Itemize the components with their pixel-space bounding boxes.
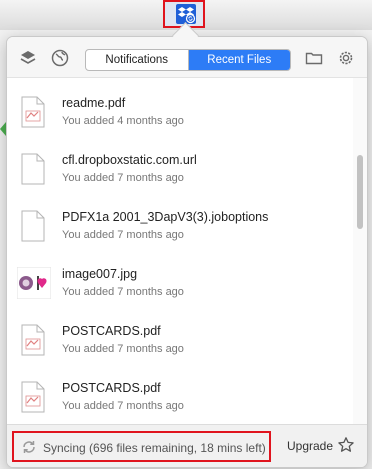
tab-notifications[interactable]: Notifications (86, 50, 189, 70)
file-meta: You added 7 months ago (62, 172, 184, 184)
list-item[interactable]: POSTCARDS.pdf You added 7 months ago (7, 367, 351, 424)
file-meta: You added 7 months ago (62, 343, 184, 355)
recent-files-list: readme.pdf You added 4 months ago cfl.dr… (7, 78, 367, 424)
file-name: POSTCARDS.pdf (62, 324, 161, 338)
list-item[interactable]: image007.jpg You added 7 months ago (7, 253, 351, 310)
folder-icon[interactable] (304, 48, 324, 68)
scrollbar-thumb[interactable] (357, 155, 363, 229)
file-name: image007.jpg (62, 267, 138, 281)
dropbox-menu-icon[interactable] (176, 4, 196, 24)
star-icon[interactable] (337, 436, 355, 454)
file-name: PDFX1a 2001_3DapV3(3).joboptions (62, 210, 269, 224)
list-item[interactable]: cfl.dropboxstatic.com.url You added 7 mo… (7, 139, 351, 196)
list-item[interactable]: PDFX1a 2001_3DapV3(3).joboptions You add… (7, 196, 351, 253)
file-meta: You added 7 months ago (62, 400, 184, 412)
generic-file-icon (21, 153, 45, 185)
pdf-file-icon (21, 381, 45, 413)
dropbox-popup: Notifications Recent Files readme.pdf Yo… (6, 36, 368, 468)
file-name: readme.pdf (62, 96, 126, 110)
generic-file-icon (21, 210, 45, 242)
sync-status-text: Syncing (696 files remaining, 18 mins le… (43, 441, 266, 455)
list-item[interactable]: readme.pdf You added 4 months ago (7, 82, 351, 139)
layers-icon[interactable] (18, 48, 38, 68)
upgrade-link[interactable]: Upgrade (287, 439, 333, 453)
file-meta: You added 7 months ago (62, 286, 184, 298)
list-item[interactable]: POSTCARDS.pdf You added 7 months ago (7, 310, 351, 367)
sync-icon (23, 441, 35, 453)
status-footer: Syncing (696 files remaining, 18 mins le… (7, 424, 367, 467)
file-meta: You added 7 months ago (62, 229, 184, 241)
gear-icon[interactable] (336, 48, 356, 68)
scrollbar[interactable] (353, 78, 367, 424)
globe-icon[interactable] (50, 48, 70, 68)
file-name: cfl.dropboxstatic.com.url (62, 153, 197, 167)
pdf-file-icon (21, 96, 45, 128)
pdf-file-icon (21, 324, 45, 356)
file-name: POSTCARDS.pdf (62, 381, 161, 395)
tab-switcher: Notifications Recent Files (85, 49, 291, 71)
file-meta: You added 4 months ago (62, 115, 184, 127)
image-thumbnail (17, 267, 51, 299)
tab-recent-files[interactable]: Recent Files (188, 50, 290, 70)
sync-status-box: Syncing (696 files remaining, 18 mins le… (12, 431, 271, 462)
